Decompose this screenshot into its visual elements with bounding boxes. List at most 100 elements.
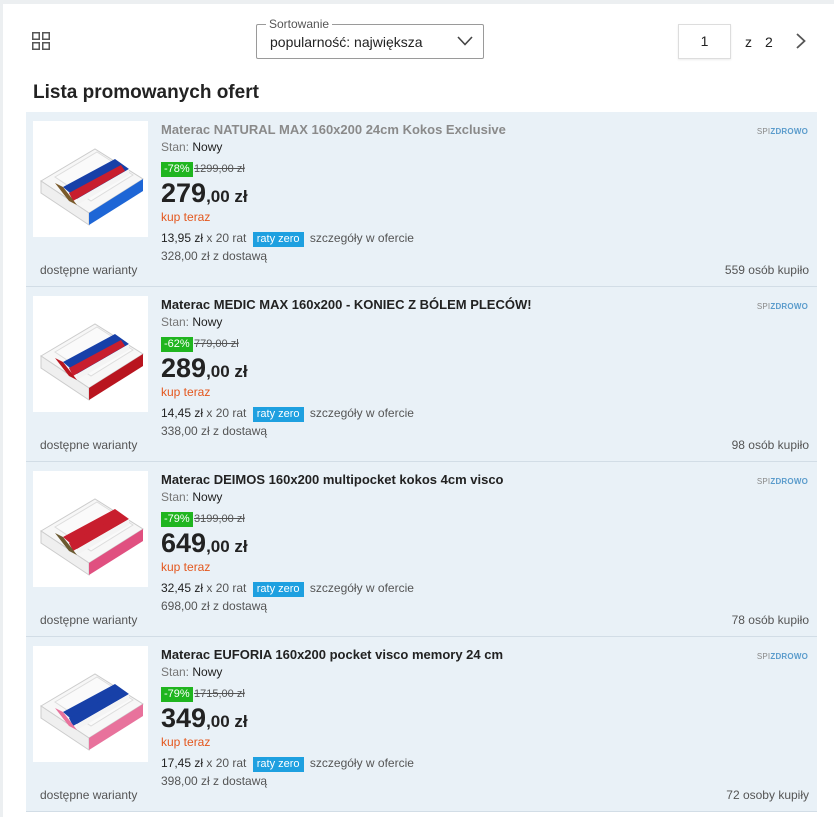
offer-card[interactable]: Materac NATURAL MAX 160x200 24cm Kokos E… [26, 112, 817, 287]
mattress-image-icon [40, 673, 144, 751]
price-with-delivery: 338,00 zł z dostawą [161, 424, 268, 438]
available-variants-link[interactable]: dostępne warianty [40, 613, 137, 627]
old-price: 779,00 zł [194, 338, 239, 350]
installment-count: x 20 rat [206, 756, 247, 770]
product-image[interactable] [33, 121, 148, 237]
raty-zero-badge: raty zero [252, 407, 304, 422]
price: 349,00 zł [161, 703, 248, 734]
offer-state: Stan: Nowy [161, 315, 222, 329]
state-value: Nowy [192, 140, 223, 154]
mattress-image-icon [40, 148, 144, 226]
available-variants-link[interactable]: dostępne warianty [40, 263, 137, 277]
discount-badge: -78% [161, 162, 193, 177]
price-with-delivery: 698,00 zł z dostawą [161, 599, 268, 613]
state-label: Stan: [161, 140, 190, 154]
offer-card[interactable]: Materac MEDIC MAX 160x200 - KONIEC Z BÓL… [26, 287, 817, 462]
state-value: Nowy [192, 665, 223, 679]
installment-amount: 32,45 zł [161, 581, 204, 595]
page-number-input[interactable]: 1 [678, 24, 731, 59]
price-with-delivery: 328,00 zł z dostawą [161, 249, 268, 263]
seller-logo-prefix: SPI [756, 652, 771, 661]
seller-logo: SPIZDROWO [757, 127, 808, 136]
installment-details: szczegóły w ofercie [309, 581, 414, 595]
installment-amount: 13,95 zł [161, 231, 204, 245]
installment-count: x 20 rat [206, 406, 247, 420]
offer-state: Stan: Nowy [161, 140, 222, 154]
installment-info: 32,45 zł x 20 rat raty zero szczegóły w … [161, 581, 414, 597]
installment-amount: 14,45 zł [161, 406, 204, 420]
sold-count: 559 osób kupiło [724, 263, 809, 277]
offer-title[interactable]: Materac EUFORIA 160x200 pocket visco mem… [161, 647, 503, 662]
offer-list: Materac NATURAL MAX 160x200 24cm Kokos E… [26, 112, 817, 812]
seller-logo-prefix: SPI [756, 477, 771, 486]
seller-logo-name: ZDROWO [770, 477, 808, 486]
seller-logo-prefix: SPI [756, 302, 771, 311]
sort-select[interactable]: Sortowanie popularność: największa [256, 17, 484, 59]
price: 279,00 zł [161, 178, 248, 209]
installment-details: szczegóły w ofercie [309, 406, 414, 420]
seller-logo-name: ZDROWO [770, 302, 808, 311]
price-fraction: ,00 zł [206, 712, 248, 731]
state-value: Nowy [192, 490, 223, 504]
sort-selected-value: popularność: największa [270, 34, 423, 50]
page: Sortowanie popularność: największa 1 z 2… [3, 4, 834, 817]
seller-logo-prefix: SPI [756, 127, 771, 136]
product-image[interactable] [33, 471, 148, 587]
installment-info: 17,45 zł x 20 rat raty zero szczegóły w … [161, 756, 414, 772]
seller-logo: SPIZDROWO [757, 652, 808, 661]
offer-title[interactable]: Materac DEIMOS 160x200 multipocket kokos… [161, 472, 504, 487]
state-label: Stan: [161, 490, 190, 504]
old-price: 1299,00 zł [194, 163, 245, 175]
installment-info: 13,95 zł x 20 rat raty zero szczegóły w … [161, 231, 414, 247]
offer-state: Stan: Nowy [161, 490, 222, 504]
offer-title[interactable]: Materac NATURAL MAX 160x200 24cm Kokos E… [161, 122, 506, 137]
grid-view-icon[interactable] [32, 32, 50, 50]
offer-title[interactable]: Materac MEDIC MAX 160x200 - KONIEC Z BÓL… [161, 297, 532, 312]
installment-count: x 20 rat [206, 231, 247, 245]
state-value: Nowy [192, 315, 223, 329]
seller-logo-name: ZDROWO [770, 652, 808, 661]
price-fraction: ,00 zł [206, 537, 248, 556]
product-image[interactable] [33, 646, 148, 762]
discount-badge: -79% [161, 687, 193, 702]
price: 649,00 zł [161, 528, 248, 559]
old-price: 1715,00 zł [194, 688, 245, 700]
offer-card[interactable]: Materac EUFORIA 160x200 pocket visco mem… [26, 637, 817, 812]
buy-now-label: kup teraz [161, 385, 211, 399]
offer-card[interactable]: Materac DEIMOS 160x200 multipocket kokos… [26, 462, 817, 637]
available-variants-link[interactable]: dostępne warianty [40, 438, 137, 452]
installment-info: 14,45 zł x 20 rat raty zero szczegóły w … [161, 406, 414, 422]
state-label: Stan: [161, 315, 190, 329]
sold-count: 98 osób kupiło [731, 438, 809, 452]
page-of-label: z [745, 34, 752, 50]
mattress-image-icon [40, 323, 144, 401]
price-main: 649 [161, 528, 207, 558]
installment-details: szczegóły w ofercie [309, 231, 414, 245]
offer-state: Stan: Nowy [161, 665, 222, 679]
installment-count: x 20 rat [206, 581, 247, 595]
product-image[interactable] [33, 296, 148, 412]
installment-amount: 17,45 zł [161, 756, 204, 770]
buy-now-label: kup teraz [161, 560, 211, 574]
sold-count: 72 osoby kupiły [726, 788, 809, 802]
list-title: Lista promowanych ofert [33, 82, 259, 103]
discount-badge: -62% [161, 337, 193, 352]
chevron-right-icon[interactable] [795, 33, 807, 49]
seller-logo: SPIZDROWO [757, 302, 808, 311]
price-fraction: ,00 zł [206, 362, 248, 381]
state-label: Stan: [161, 665, 190, 679]
discount-badge: -79% [161, 512, 193, 527]
page-total: 2 [765, 34, 773, 50]
available-variants-link[interactable]: dostępne warianty [40, 788, 137, 802]
raty-zero-badge: raty zero [252, 232, 304, 247]
price-main: 289 [161, 353, 207, 383]
price-with-delivery: 398,00 zł z dostawą [161, 774, 268, 788]
buy-now-label: kup teraz [161, 210, 211, 224]
price-main: 349 [161, 703, 207, 733]
buy-now-label: kup teraz [161, 735, 211, 749]
seller-logo-name: ZDROWO [770, 127, 808, 136]
chevron-down-icon [457, 36, 473, 46]
installment-details: szczegóły w ofercie [309, 756, 414, 770]
price: 289,00 zł [161, 353, 248, 384]
mattress-image-icon [40, 498, 144, 576]
